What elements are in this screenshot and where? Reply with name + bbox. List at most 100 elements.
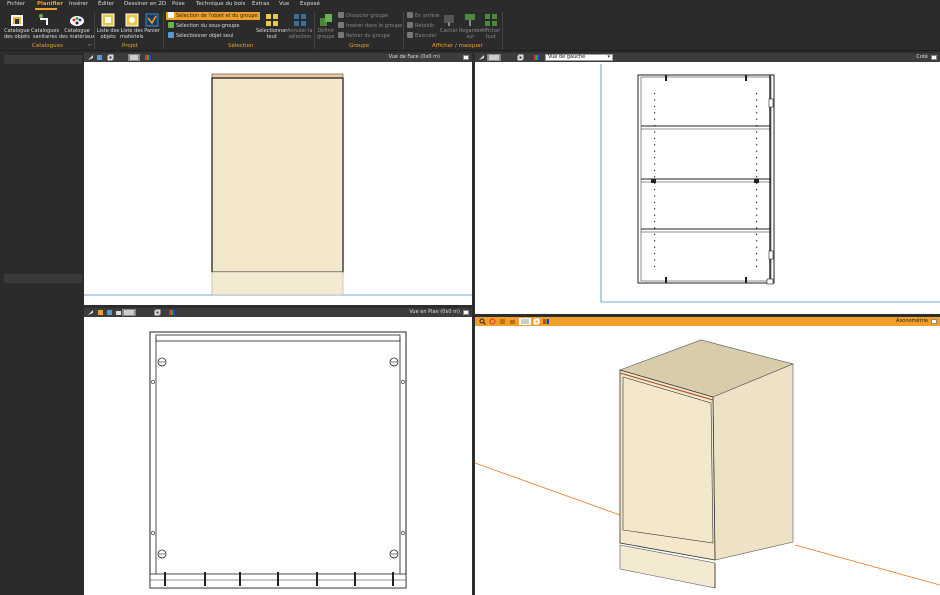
- inserer-groupe-option[interactable]: Insérer dans le groupe: [338, 22, 402, 30]
- shelf-support-2: [754, 179, 759, 183]
- panel-divider-bar[interactable]: [4, 274, 82, 283]
- pin-hole: [756, 93, 758, 95]
- pin-hole: [654, 150, 656, 152]
- show-all-icon: [484, 14, 497, 26]
- cabinet-door: [211, 77, 344, 273]
- faucet-icon: [39, 14, 49, 25]
- retablir-option[interactable]: Rétablir: [407, 22, 434, 30]
- dissocier-groupe-option[interactable]: Dissocier groupe: [338, 12, 388, 20]
- pin-hole: [654, 189, 656, 191]
- plan-view-drawing: [149, 331, 407, 589]
- pin-hole: [654, 208, 656, 210]
- pin-hole: [654, 125, 656, 127]
- regarder-sur-button[interactable]: Regarder sur: [459, 12, 482, 40]
- connector: [204, 572, 206, 586]
- pin-hole: [654, 214, 656, 216]
- pin-hole: [756, 227, 758, 229]
- hinge-1: [768, 98, 774, 108]
- pin-hole: [756, 208, 758, 210]
- select-all-icon: [265, 14, 278, 26]
- axo-viewport[interactable]: Axonométrie: [475, 317, 940, 595]
- dialog-launcher-icon[interactable]: ⌐: [88, 43, 93, 49]
- pin-hole: [756, 150, 758, 152]
- pin-hole: [654, 221, 656, 223]
- pin-hole: [654, 195, 656, 197]
- connector: [392, 572, 394, 586]
- pin-hole: [654, 105, 656, 107]
- annuler-selection-button[interactable]: Annuler la sélection: [287, 12, 313, 40]
- menu-expose[interactable]: Exposé: [300, 1, 320, 7]
- front-viewport[interactable]: Vue de Face (0x0 m): [84, 53, 472, 305]
- menu-bar: Fichier Planifier Insérer Éditer Dessine…: [0, 0, 940, 10]
- look-at-icon: [465, 14, 476, 26]
- single-object-icon: [168, 32, 174, 38]
- insert-group-icon: [338, 22, 344, 28]
- restore-icon: [407, 22, 413, 28]
- ribbon-separator: [502, 12, 503, 49]
- ungroup-icon: [338, 12, 344, 18]
- selection-objet-seul-option[interactable]: Sélectionner objet seul: [168, 32, 233, 40]
- selectionner-tout-button[interactable]: Sélectionner tout: [256, 12, 287, 40]
- catalogue-materiaux-button[interactable]: Catalogue des matériaux: [59, 12, 95, 40]
- menu-editer[interactable]: Éditer: [98, 1, 114, 7]
- pin-hole: [756, 233, 758, 235]
- afficher-tout-button[interactable]: Afficher tout: [481, 12, 500, 40]
- shelf-support-1: [651, 179, 656, 183]
- group-selection-label: Sélection: [228, 43, 254, 49]
- connector-bottom-1: [665, 277, 667, 283]
- selection-sous-groupe-option[interactable]: Sélection du sous-groupe: [168, 22, 239, 30]
- pin-hole: [654, 99, 656, 101]
- pin-hole: [654, 137, 656, 139]
- definir-groupe-button[interactable]: Définir groupe: [317, 12, 335, 40]
- pin-hole: [654, 201, 656, 203]
- pin-hole: [756, 105, 758, 107]
- pin-hole: [756, 118, 758, 120]
- en-arriere-option[interactable]: En arrière: [407, 12, 440, 20]
- selection-objet-groupe-option[interactable]: Sélection de l'objet et du groupe: [166, 12, 260, 20]
- catalogue-objets-button[interactable]: Catalogue des objets: [4, 12, 30, 40]
- ribbon-separator: [94, 12, 95, 49]
- menu-inserer[interactable]: Insérer: [69, 1, 88, 7]
- ribbon-separator: [163, 12, 164, 49]
- pin-hole: [756, 259, 758, 261]
- ribbon-separator: [314, 12, 315, 49]
- menu-pose[interactable]: Pose: [172, 1, 185, 7]
- cabinet-outline: [149, 331, 407, 589]
- panier-button[interactable]: Panier: [144, 12, 160, 35]
- cacher-button[interactable]: Cacher: [440, 12, 458, 35]
- pin-hole: [654, 253, 656, 255]
- basculer-option[interactable]: Basculer: [407, 32, 437, 40]
- side-view-drawing: [600, 64, 940, 303]
- menu-extras[interactable]: Extras: [252, 1, 269, 7]
- group-projet-label: Projet: [122, 43, 138, 49]
- x-axis-line-right: [794, 544, 940, 586]
- menu-dessiner-2d[interactable]: Dessiner en 2D: [124, 1, 166, 7]
- axo-view-drawing: [475, 339, 940, 589]
- pin-hole: [654, 246, 656, 248]
- pin-hole: [654, 157, 656, 159]
- pin-hole: [756, 137, 758, 139]
- connector-bottom-2: [745, 277, 747, 283]
- retirer-groupe-option[interactable]: Retirer du groupe: [338, 32, 390, 40]
- catalogues-sanitaires-button[interactable]: Catalogues sanitaires: [31, 12, 59, 40]
- panel-header-bar[interactable]: [4, 55, 82, 64]
- screw-hole: [401, 531, 405, 535]
- subgroup-icon: [168, 22, 174, 28]
- leveling-foot: [766, 278, 774, 285]
- liste-objets-button[interactable]: Liste des objets: [97, 12, 119, 40]
- side-viewport[interactable]: Vue de gauche Coté: [475, 53, 940, 314]
- define-group-icon: [319, 14, 332, 26]
- connector-top-1: [665, 75, 667, 81]
- menu-vue[interactable]: Vue: [279, 1, 289, 7]
- deselect-icon: [293, 14, 306, 26]
- pin-hole: [756, 240, 758, 242]
- plan-viewport[interactable]: Vue en Plan (0x0 m): [84, 308, 472, 595]
- screw-hole: [151, 380, 155, 384]
- pin-hole: [756, 253, 758, 255]
- menu-planifier[interactable]: Planifier: [37, 1, 63, 7]
- menu-technique-bois[interactable]: Technique du bois: [196, 1, 245, 7]
- front-view-drawing: [84, 73, 472, 296]
- liste-materiels-button[interactable]: Liste des matériels: [120, 12, 144, 40]
- pin-hole: [756, 112, 758, 114]
- menu-fichier[interactable]: Fichier: [7, 1, 25, 7]
